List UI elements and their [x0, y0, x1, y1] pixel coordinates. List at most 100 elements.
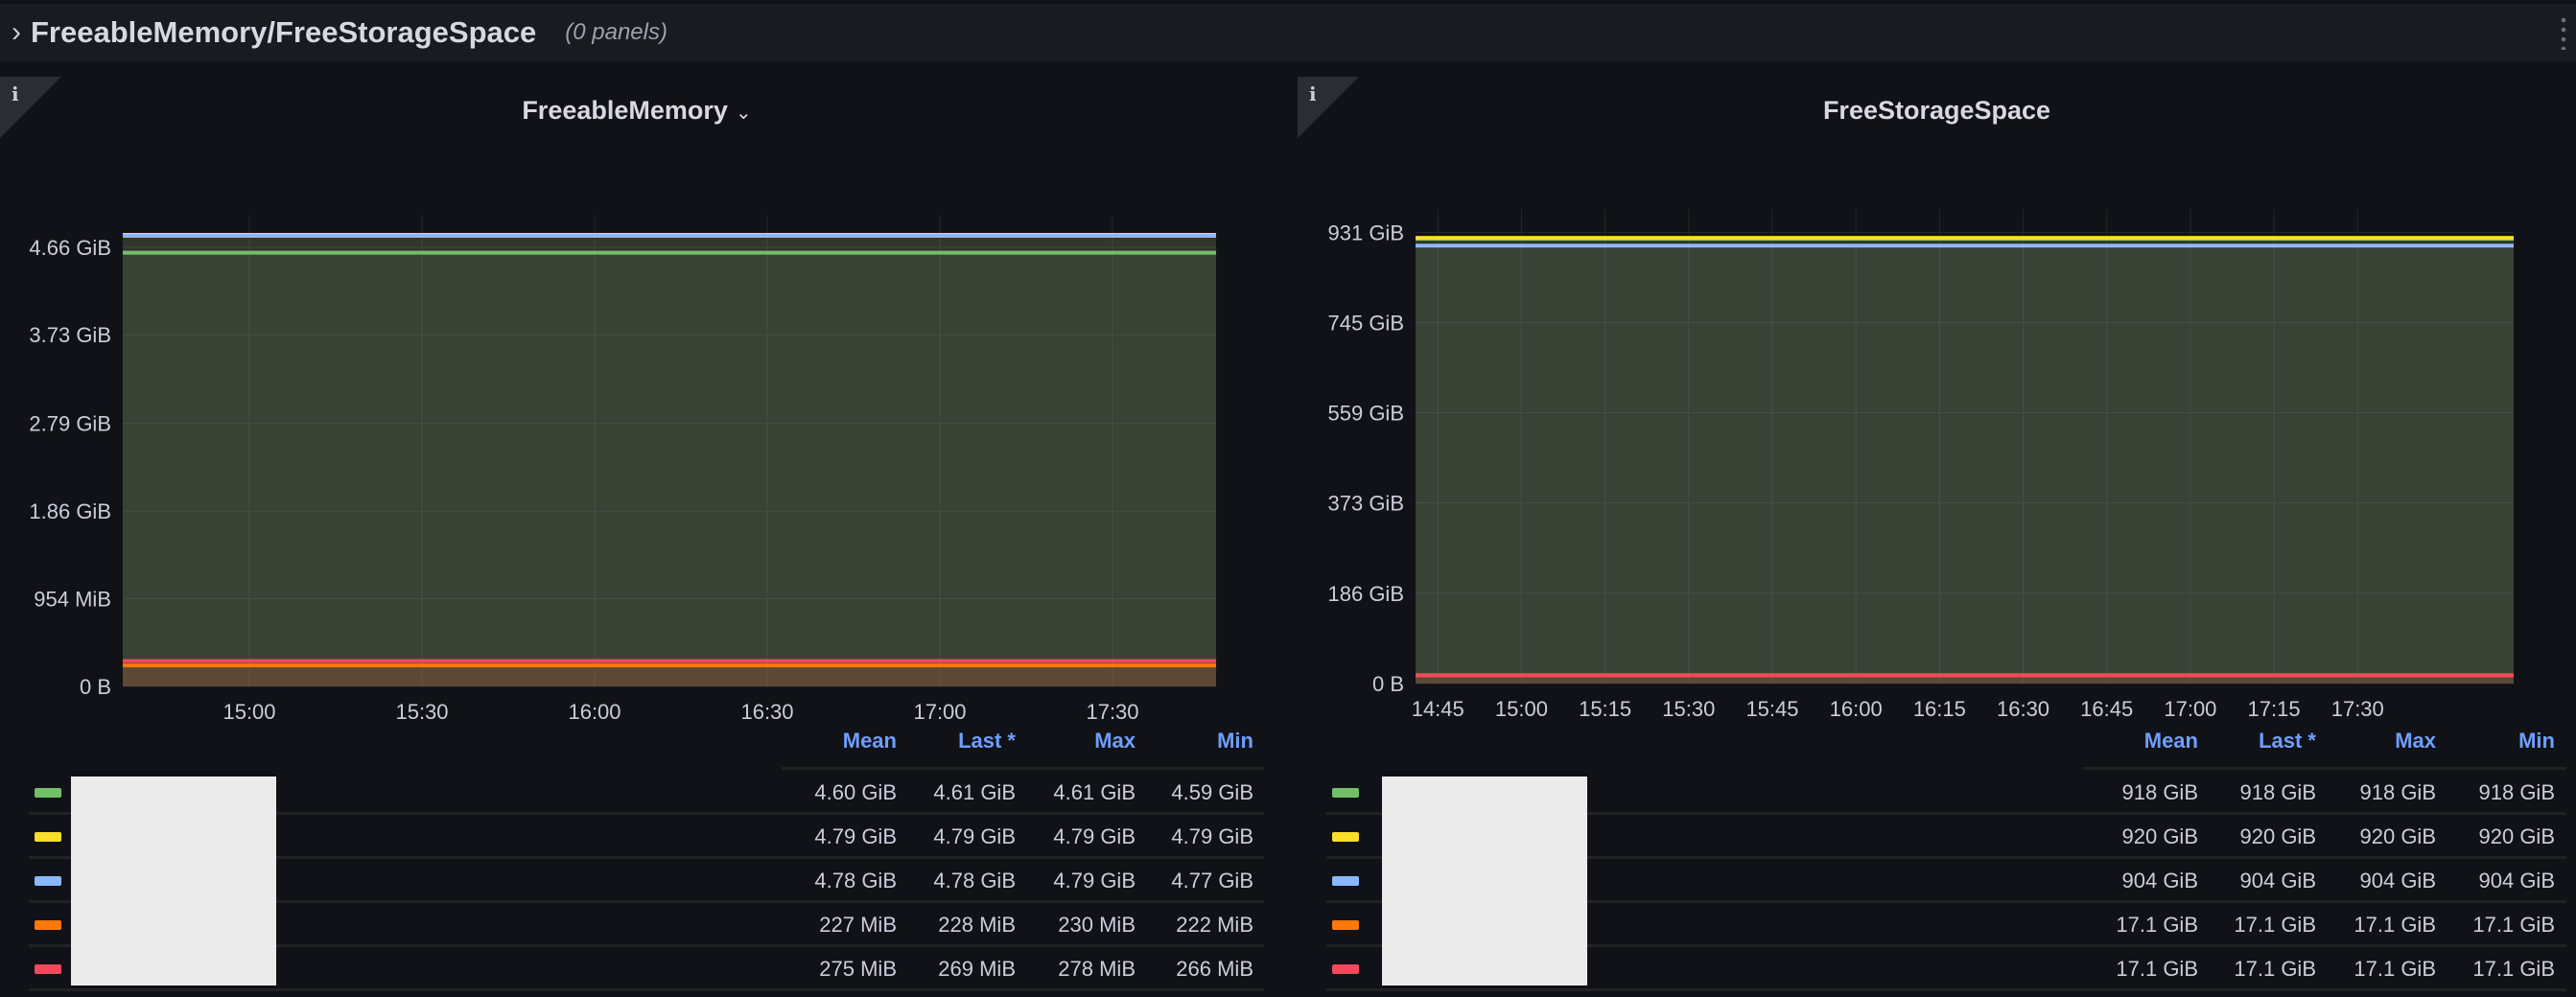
x-tick-label: 16:30 [1997, 697, 2049, 721]
redacted-series-names [1382, 777, 1587, 985]
legend-value: 4.79 GiB [1171, 824, 1253, 848]
legend-header-mean[interactable]: Mean [782, 729, 897, 754]
legend-value: 278 MiB [1058, 957, 1136, 981]
legend-value: 269 MiB [938, 957, 1016, 981]
row-header[interactable]: › FreeableMemory/FreeStorageSpace (0 pan… [0, 4, 2576, 61]
legend-value: 4.78 GiB [814, 869, 897, 893]
x-tick-label: 15:45 [1745, 697, 1798, 721]
x-tick-label: 15:30 [1662, 697, 1715, 721]
y-tick-label: 186 GiB [1328, 582, 1405, 606]
redacted-series-names [71, 777, 276, 985]
series-area [123, 665, 1216, 686]
legend-value: 4.59 GiB [1171, 780, 1253, 804]
legend-value: 920 GiB [2239, 824, 2317, 848]
legend-value: 275 MiB [819, 957, 897, 981]
legend-value: 227 MiB [819, 913, 897, 937]
series-color-swatch[interactable] [35, 920, 61, 930]
legend-value: 904 GiB [2359, 869, 2437, 893]
panel-free-storage-space: i FreeStorageSpace 0 B 186 GiB 373 GiB 559 … [1298, 77, 2576, 997]
x-tick-label: 17:30 [1086, 700, 1138, 724]
y-tick-label: 0 B [80, 675, 111, 699]
legend-value: 904 GiB [2121, 869, 2199, 893]
legend-value: 918 GiB [2121, 780, 2199, 804]
legend-value: 222 MiB [1176, 913, 1253, 937]
legend-value: 4.61 GiB [933, 780, 1016, 804]
row-panel-count: (0 panels) [565, 19, 667, 45]
y-tick-label: 559 GiB [1328, 402, 1405, 426]
series-color-swatch[interactable] [35, 876, 61, 886]
x-tick-label: 14:45 [1412, 697, 1464, 721]
legend-header-min[interactable]: Min [1138, 729, 1253, 754]
legend-value: 4.79 GiB [1053, 824, 1136, 848]
x-tick-label: 15:30 [395, 700, 448, 724]
legend-value: 918 GiB [2478, 780, 2556, 804]
legend-header-mean[interactable]: Mean [2083, 729, 2198, 754]
series-area [123, 252, 1216, 686]
legend-value: 4.77 GiB [1171, 869, 1253, 893]
y-tick-label: 931 GiB [1328, 221, 1405, 245]
x-tick-label: 15:15 [1579, 697, 1631, 721]
legend-divider [2083, 767, 2566, 770]
series-color-swatch[interactable] [1332, 788, 1359, 798]
y-tick-label: 373 GiB [1328, 492, 1405, 516]
legend-value: 918 GiB [2359, 780, 2437, 804]
x-tick-label: 15:00 [1495, 697, 1548, 721]
series-color-swatch[interactable] [35, 832, 61, 842]
chart-free-storage-space: 0 B 186 GiB 373 GiB 559 GiB 745 GiB 931 GiB 14… [1328, 209, 2514, 721]
legend-value: 17.1 GiB [2354, 913, 2436, 937]
legend-value: 904 GiB [2478, 869, 2556, 893]
series-color-swatch[interactable] [1332, 964, 1359, 974]
y-tick-label: 3.73 GiB [29, 323, 111, 347]
series-color-swatch[interactable] [35, 788, 61, 798]
legend-value: 17.1 GiB [2472, 913, 2555, 937]
legend-value: 4.60 GiB [814, 780, 897, 804]
legend-divider [782, 767, 1264, 770]
legend-header-last[interactable]: Last * [2201, 729, 2316, 754]
series-color-swatch[interactable] [1332, 920, 1359, 930]
series-color-swatch[interactable] [35, 964, 61, 974]
y-tick-label: 745 GiB [1328, 312, 1405, 336]
legend-value: 17.1 GiB [2354, 957, 2436, 981]
legend-value: 920 GiB [2359, 824, 2437, 848]
y-tick-label: 4.66 GiB [29, 236, 111, 260]
drag-handle-icon[interactable] [2561, 15, 2566, 50]
legend-value: 17.1 GiB [2234, 957, 2316, 981]
legend-value: 228 MiB [938, 913, 1016, 937]
chevron-right-icon[interactable]: › [12, 16, 21, 49]
x-tick-label: 17:15 [2248, 697, 2301, 721]
row-title[interactable]: FreeableMemory/FreeStorageSpace [31, 15, 536, 50]
legend-value: 4.79 GiB [814, 824, 897, 848]
legend-value: 17.1 GiB [2234, 913, 2316, 937]
legend-header-max[interactable]: Max [1020, 729, 1136, 754]
series-color-swatch[interactable] [1332, 876, 1359, 886]
legend-value: 904 GiB [2239, 869, 2317, 893]
y-tick-label: 2.79 GiB [29, 412, 111, 436]
chart-freeable-memory: 0 B 954 MiB 1.86 GiB 2.79 GiB 3.73 GiB 4.66 G… [29, 215, 1216, 724]
legend-header-min[interactable]: Min [2440, 729, 2555, 754]
legend-value: 17.1 GiB [2472, 957, 2555, 981]
legend-value: 920 GiB [2121, 824, 2199, 848]
x-tick-label: 16:00 [568, 700, 621, 724]
x-tick-label: 16:45 [2080, 697, 2133, 721]
legend-value: 920 GiB [2478, 824, 2556, 848]
x-tick-label: 16:30 [740, 700, 793, 724]
series-area [1416, 245, 2514, 684]
legend-value: 4.79 GiB [1053, 869, 1136, 893]
legend-value: 17.1 GiB [2116, 913, 2198, 937]
x-tick-label: 16:15 [1913, 697, 1966, 721]
x-tick-label: 16:00 [1830, 697, 1883, 721]
legend-value: 230 MiB [1058, 913, 1136, 937]
y-tick-label: 0 B [1372, 672, 1404, 696]
legend-value: 4.61 GiB [1053, 780, 1136, 804]
legend-value: 17.1 GiB [2116, 957, 2198, 981]
legend-value: 4.78 GiB [933, 869, 1016, 893]
legend-header-max[interactable]: Max [2321, 729, 2436, 754]
x-tick-label: 17:00 [2164, 697, 2216, 721]
y-tick-label: 954 MiB [34, 587, 111, 611]
legend-value: 918 GiB [2239, 780, 2317, 804]
x-tick-label: 17:00 [913, 700, 966, 724]
legend-value: 266 MiB [1176, 957, 1253, 981]
series-color-swatch[interactable] [1332, 832, 1359, 842]
legend-value: 4.79 GiB [933, 824, 1016, 848]
legend-header-last[interactable]: Last * [901, 729, 1016, 754]
